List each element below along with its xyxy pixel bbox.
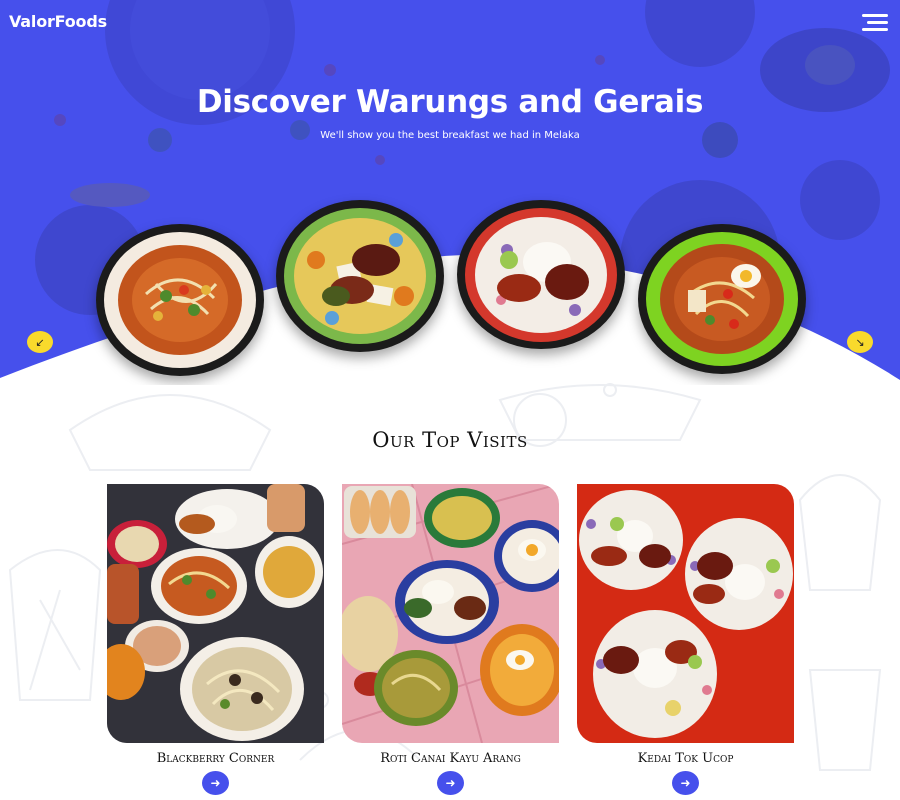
card-image-kedai-tok-ucop[interactable] [577, 484, 794, 743]
hamburger-menu-icon[interactable] [862, 14, 888, 32]
card-title-roti-canai-kayu-arang: Roti Canai Kayu Arang [380, 751, 521, 766]
carousel-plate-laksa[interactable] [96, 224, 264, 376]
hero-title: Discover Warungs and Gerais [196, 84, 704, 120]
card-open-button[interactable]: ➜ [672, 771, 699, 795]
hero-section: ValorFoods Discover Warungs and Gerais W… [0, 0, 900, 385]
card-image-roti-canai-kayu-arang[interactable] [342, 484, 559, 743]
card-open-button[interactable]: ➜ [202, 771, 229, 795]
card-title-kedai-tok-ucop: Kedai Tok Ucop [637, 751, 734, 766]
hero-subtitle: We'll show you the best breakfast we had… [320, 130, 580, 141]
section-title: Our Top Visits [372, 428, 528, 452]
card-open-button[interactable]: ➜ [437, 771, 464, 795]
carousel-plate-mee-rebus[interactable] [638, 224, 806, 374]
carousel-plate-nasi-lemak[interactable] [457, 200, 625, 349]
card-image-blackberry-corner[interactable] [107, 484, 324, 743]
carousel-prev-button[interactable]: ↙ [27, 331, 53, 353]
card-title-blackberry-corner: Blackberry Corner [156, 751, 275, 766]
brand-logo[interactable]: ValorFoods [9, 12, 107, 31]
carousel-next-button[interactable]: ↘ [847, 331, 873, 353]
carousel-plate-rendang[interactable] [276, 200, 444, 352]
